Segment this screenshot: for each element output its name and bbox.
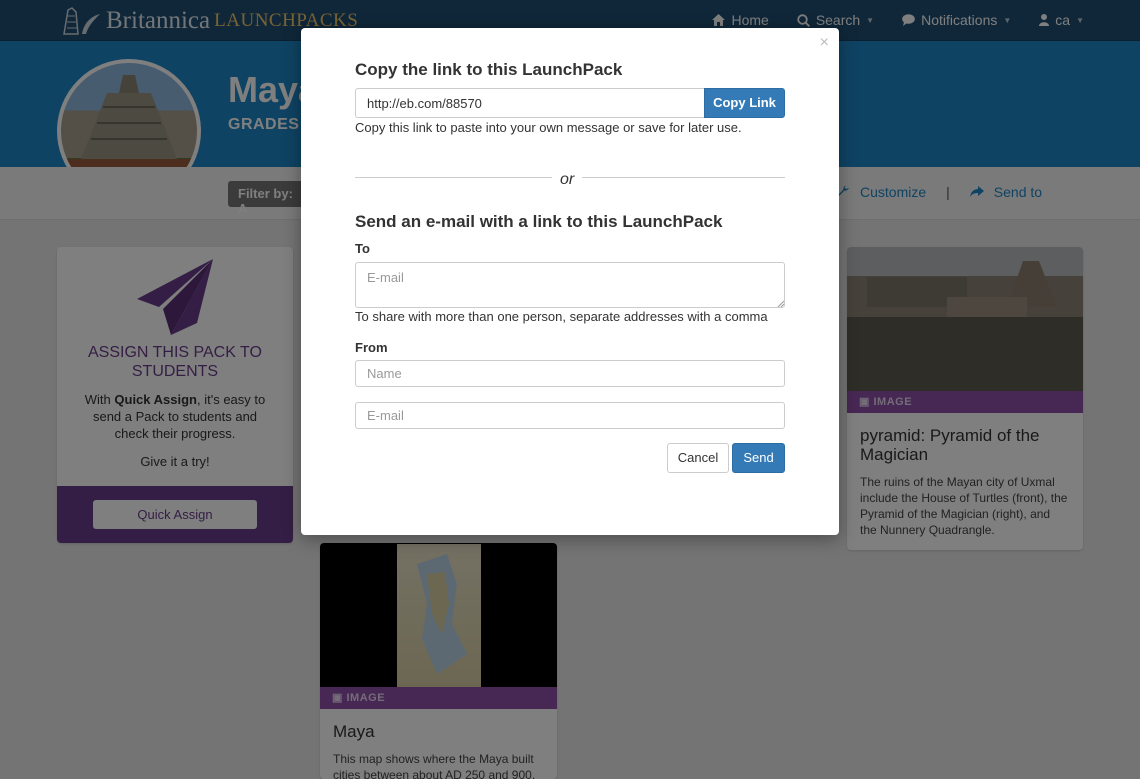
to-label: To	[355, 241, 370, 256]
share-modal: × Copy the link to this LaunchPack Copy …	[301, 28, 839, 535]
copy-link-help: Copy this link to paste into your own me…	[355, 120, 742, 135]
or-separator: or	[552, 171, 583, 189]
to-email-field[interactable]	[355, 262, 785, 308]
copy-link-button[interactable]: Copy Link	[704, 88, 785, 118]
close-icon[interactable]: ×	[820, 34, 829, 52]
send-button[interactable]: Send	[732, 443, 785, 473]
copy-link-heading: Copy the link to this LaunchPack	[355, 60, 623, 79]
resize-handle-icon[interactable]	[776, 299, 784, 307]
from-label: From	[355, 340, 388, 355]
email-heading: Send an e-mail with a link to this Launc…	[355, 212, 723, 231]
name-field[interactable]	[355, 360, 785, 387]
link-field[interactable]	[355, 88, 705, 118]
cancel-button[interactable]: Cancel	[667, 443, 729, 473]
to-help: To share with more than one person, sepa…	[355, 309, 768, 324]
from-email-field[interactable]	[355, 402, 785, 429]
